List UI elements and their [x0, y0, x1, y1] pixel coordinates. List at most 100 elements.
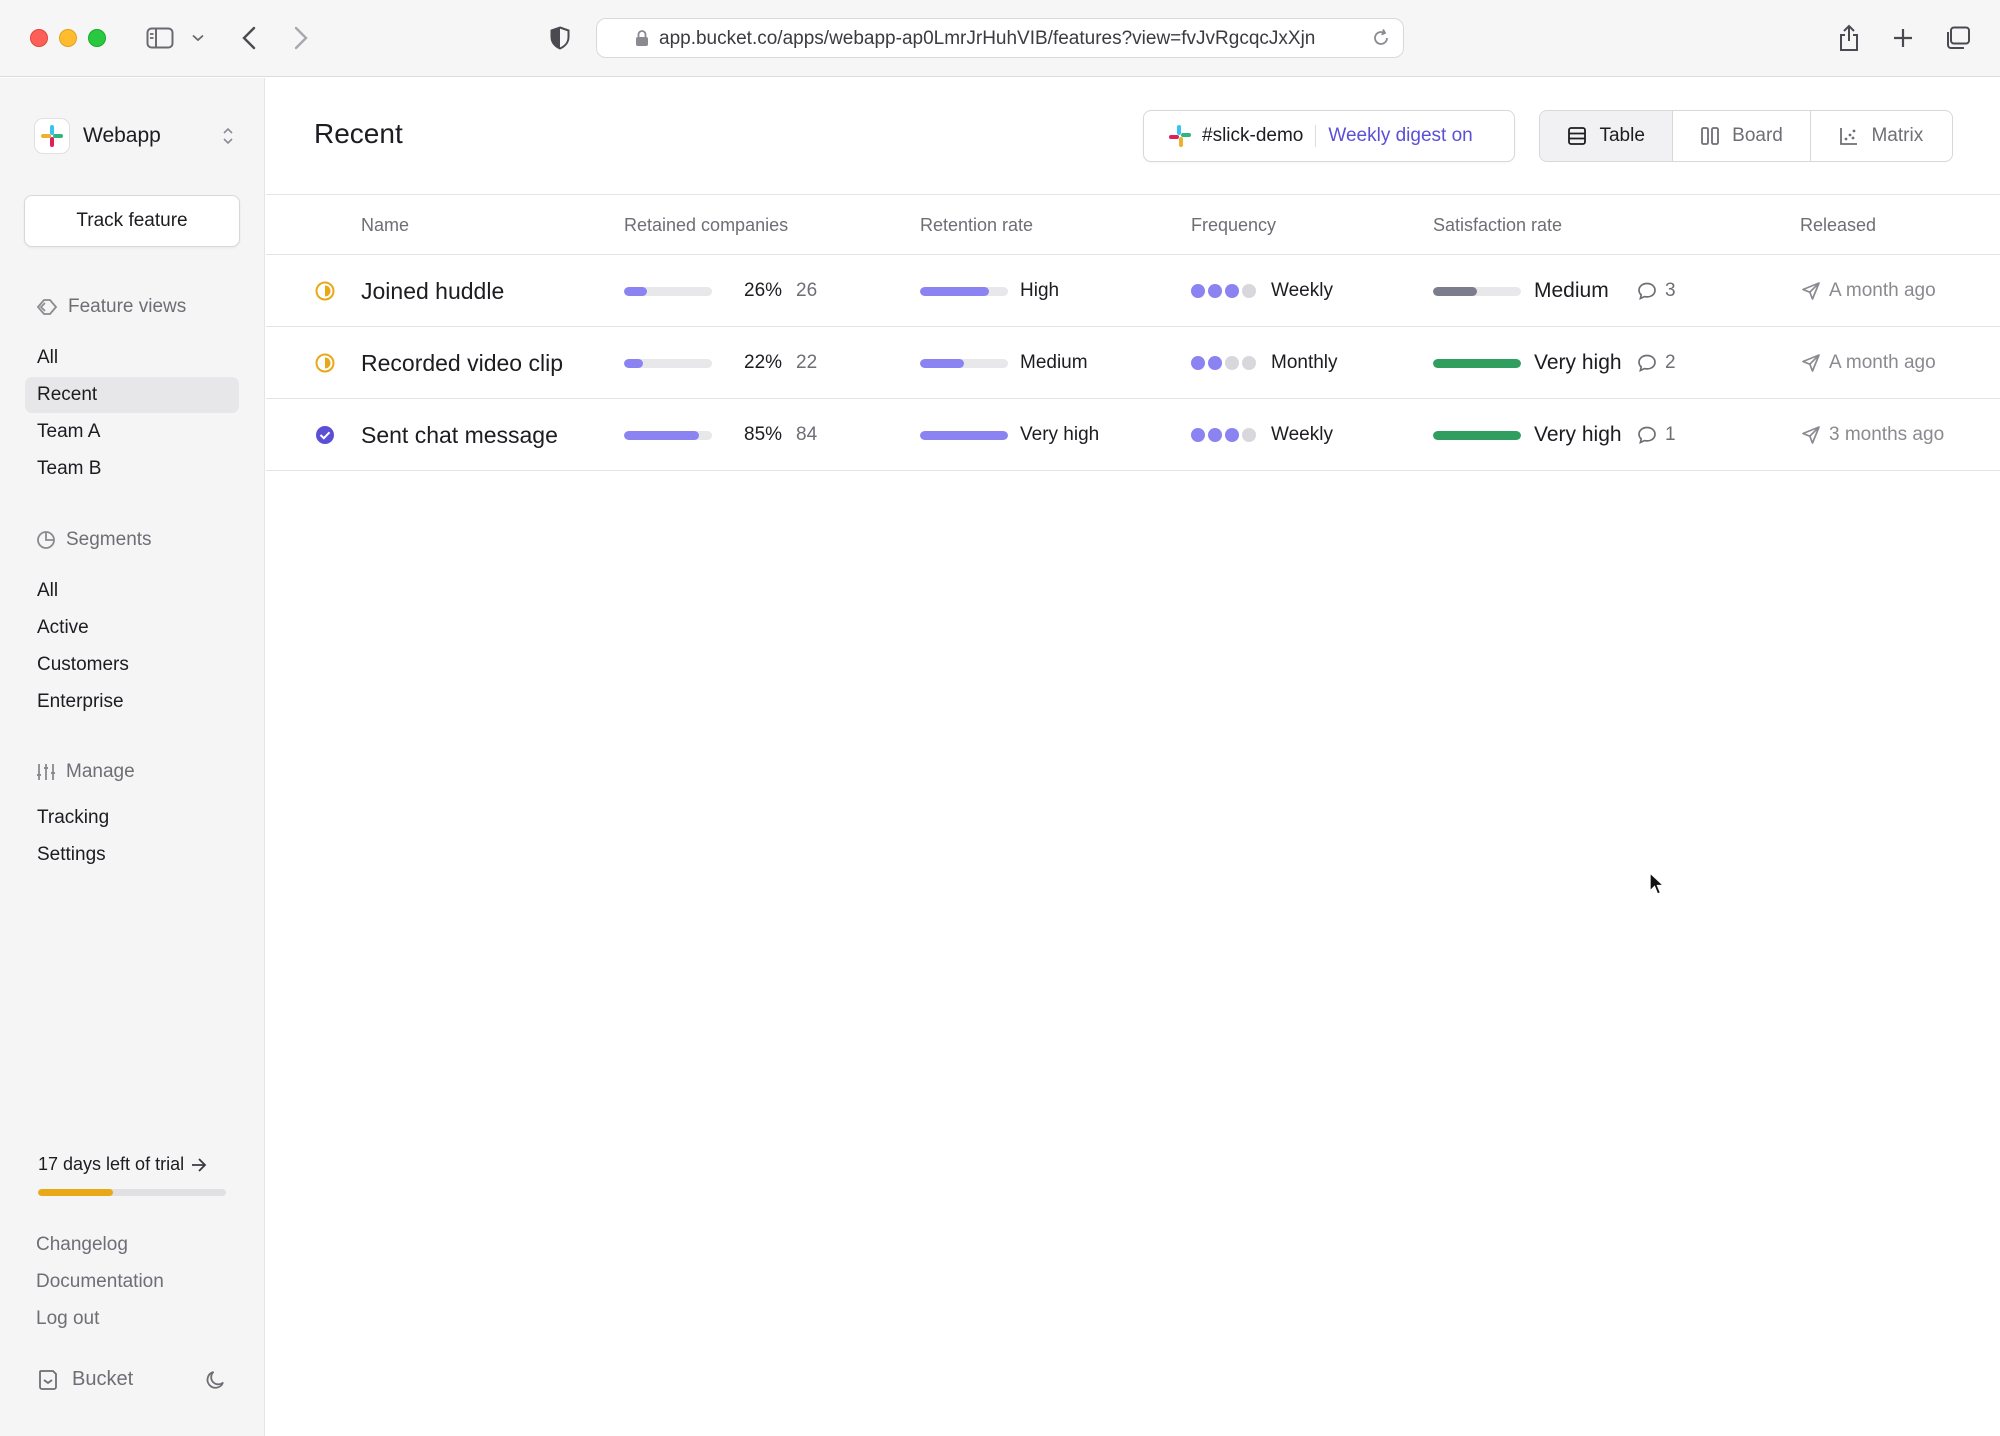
sidebar-item-enterprise[interactable]: Enterprise [25, 684, 239, 720]
sliders-icon [37, 764, 55, 780]
pie-chart-icon [37, 531, 55, 549]
frequency-label: Weekly [1271, 424, 1333, 445]
table-icon [1568, 127, 1587, 145]
slack-digest-button[interactable]: #slick-demo Weekly digest on [1143, 110, 1515, 162]
satisfaction-rate-label: Very high [1534, 351, 1622, 374]
feature-name[interactable]: Joined huddle [361, 255, 504, 327]
send-icon [1802, 426, 1820, 444]
in-progress-status-icon [314, 327, 336, 399]
frequency-dot [1225, 356, 1239, 370]
frequency-dot [1208, 284, 1222, 298]
chevron-down-icon[interactable] [190, 20, 206, 56]
new-tab-icon[interactable] [1890, 20, 1916, 56]
table-row[interactable]: Joined huddle 26% 26 High Weekly Medium 3 A mon… [266, 255, 2000, 327]
table-row[interactable]: Recorded video clip 22% 22 Medium Monthly Ver… [266, 327, 2000, 399]
send-icon [1802, 354, 1820, 372]
tab-matrix[interactable]: Matrix [1811, 111, 1952, 161]
sidebar-item-team-a[interactable]: Team A [25, 414, 239, 450]
frequency-dot [1191, 356, 1205, 370]
page-title: Recent [314, 118, 403, 149]
table-header: Name Retained companies Retention rate F… [266, 194, 2000, 255]
close-window-button[interactable] [30, 29, 48, 47]
main-content: Recent #slick-demo Weekly digest on Tabl… [266, 78, 2000, 1436]
comments-link[interactable]: 3 [1637, 255, 1676, 327]
column-header-retained-companies[interactable]: Retained companies [624, 215, 788, 236]
bucket-brand[interactable]: Bucket [38, 1368, 133, 1391]
retention-rate-bar [920, 255, 1008, 327]
frequency-dots [1191, 255, 1259, 327]
sidebar-item-tracking[interactable]: Tracking [25, 800, 239, 836]
sidebar-item-settings[interactable]: Settings [25, 837, 239, 873]
tab-table[interactable]: Table [1540, 111, 1674, 161]
frequency-dot [1242, 356, 1256, 370]
frequency-label: Monthly [1271, 352, 1338, 373]
retention-rate-bar [920, 327, 1008, 399]
address-bar[interactable]: app.bucket.co/apps/webapp-ap0LmrJrHuhVIB… [596, 18, 1404, 58]
table-body: Joined huddle 26% 26 High Weekly Medium 3 A mon… [266, 255, 2000, 471]
retained-percent: 22% [744, 352, 783, 373]
moon-icon[interactable] [205, 1369, 227, 1396]
documentation-link[interactable]: Documentation [36, 1271, 164, 1293]
sidebar-item-all-segments[interactable]: All [25, 573, 239, 609]
retained-companies-bar [624, 255, 712, 327]
sidebar-item-active[interactable]: Active [25, 610, 239, 646]
weekly-digest-status: Weekly digest on [1328, 125, 1473, 146]
sidebar-item-recent[interactable]: Recent [25, 377, 239, 413]
track-feature-button[interactable]: Track feature [24, 195, 240, 247]
frequency-dots [1191, 327, 1259, 399]
tab-board[interactable]: Board [1673, 111, 1811, 161]
comments-link[interactable]: 2 [1637, 327, 1676, 399]
board-icon [1701, 127, 1720, 145]
frequency-dot [1208, 428, 1222, 442]
feature-name[interactable]: Sent chat message [361, 399, 558, 471]
slack-icon [1169, 125, 1191, 147]
app-switcher[interactable]: Webapp [34, 118, 234, 154]
minimize-window-button[interactable] [59, 29, 77, 47]
url-text[interactable]: app.bucket.co/apps/webapp-ap0LmrJrHuhVIB… [659, 28, 1359, 50]
changelog-link[interactable]: Changelog [36, 1234, 128, 1256]
completed-status-icon [314, 399, 336, 471]
comment-icon [1638, 426, 1656, 445]
sidebar-item-customers[interactable]: Customers [25, 647, 239, 683]
sidebar-toggle-icon[interactable] [144, 20, 176, 56]
column-header-name[interactable]: Name [361, 215, 409, 236]
forward-icon[interactable] [290, 20, 312, 56]
satisfaction-rate-bar [1433, 327, 1521, 399]
back-icon[interactable] [238, 20, 260, 56]
app-name: Webapp [83, 124, 161, 147]
view-switcher: Table Board Matrix [1539, 110, 1953, 162]
tab-overview-icon[interactable] [1944, 20, 1972, 56]
comment-icon [1638, 282, 1656, 301]
table-row[interactable]: Sent chat message 85% 84 Very high Weekly Ver… [266, 399, 2000, 471]
frequency-dot [1225, 428, 1239, 442]
frequency-dots [1191, 399, 1259, 471]
frequency-dot [1208, 356, 1222, 370]
column-header-released[interactable]: Released [1800, 215, 1876, 236]
feature-views-heading: Feature views [36, 296, 186, 318]
feature-name[interactable]: Recorded video clip [361, 327, 563, 399]
browser-toolbar: app.bucket.co/apps/webapp-ap0LmrJrHuhVIB… [0, 0, 2000, 77]
share-icon[interactable] [1836, 20, 1862, 56]
retention-rate-label: Medium [1020, 352, 1088, 373]
column-header-retention-rate[interactable]: Retention rate [920, 215, 1033, 236]
reload-icon[interactable] [1371, 28, 1391, 53]
retained-companies-bar [624, 399, 712, 471]
column-header-satisfaction-rate[interactable]: Satisfaction rate [1433, 215, 1562, 236]
log-out-link[interactable]: Log out [36, 1308, 99, 1330]
shield-icon[interactable] [548, 20, 572, 56]
trial-status-link[interactable]: 17 days left of trial [38, 1154, 208, 1175]
released-date: 3 months ago [1801, 399, 1944, 471]
column-header-frequency[interactable]: Frequency [1191, 215, 1276, 236]
retained-count: 84 [796, 424, 818, 445]
frequency-dot [1191, 428, 1205, 442]
retention-rate-bar [920, 399, 1008, 471]
sidebar: Webapp Track feature Feature views All R… [0, 78, 265, 1436]
sidebar-item-all-features[interactable]: All [25, 340, 239, 376]
slack-channel: #slick-demo [1202, 125, 1304, 146]
comments-link[interactable]: 1 [1637, 399, 1676, 471]
sidebar-item-team-b[interactable]: Team B [25, 451, 239, 487]
zoom-window-button[interactable] [88, 29, 106, 47]
retained-count: 22 [796, 352, 818, 373]
frequency-dot [1191, 284, 1205, 298]
retained-percent: 85% [744, 424, 783, 445]
